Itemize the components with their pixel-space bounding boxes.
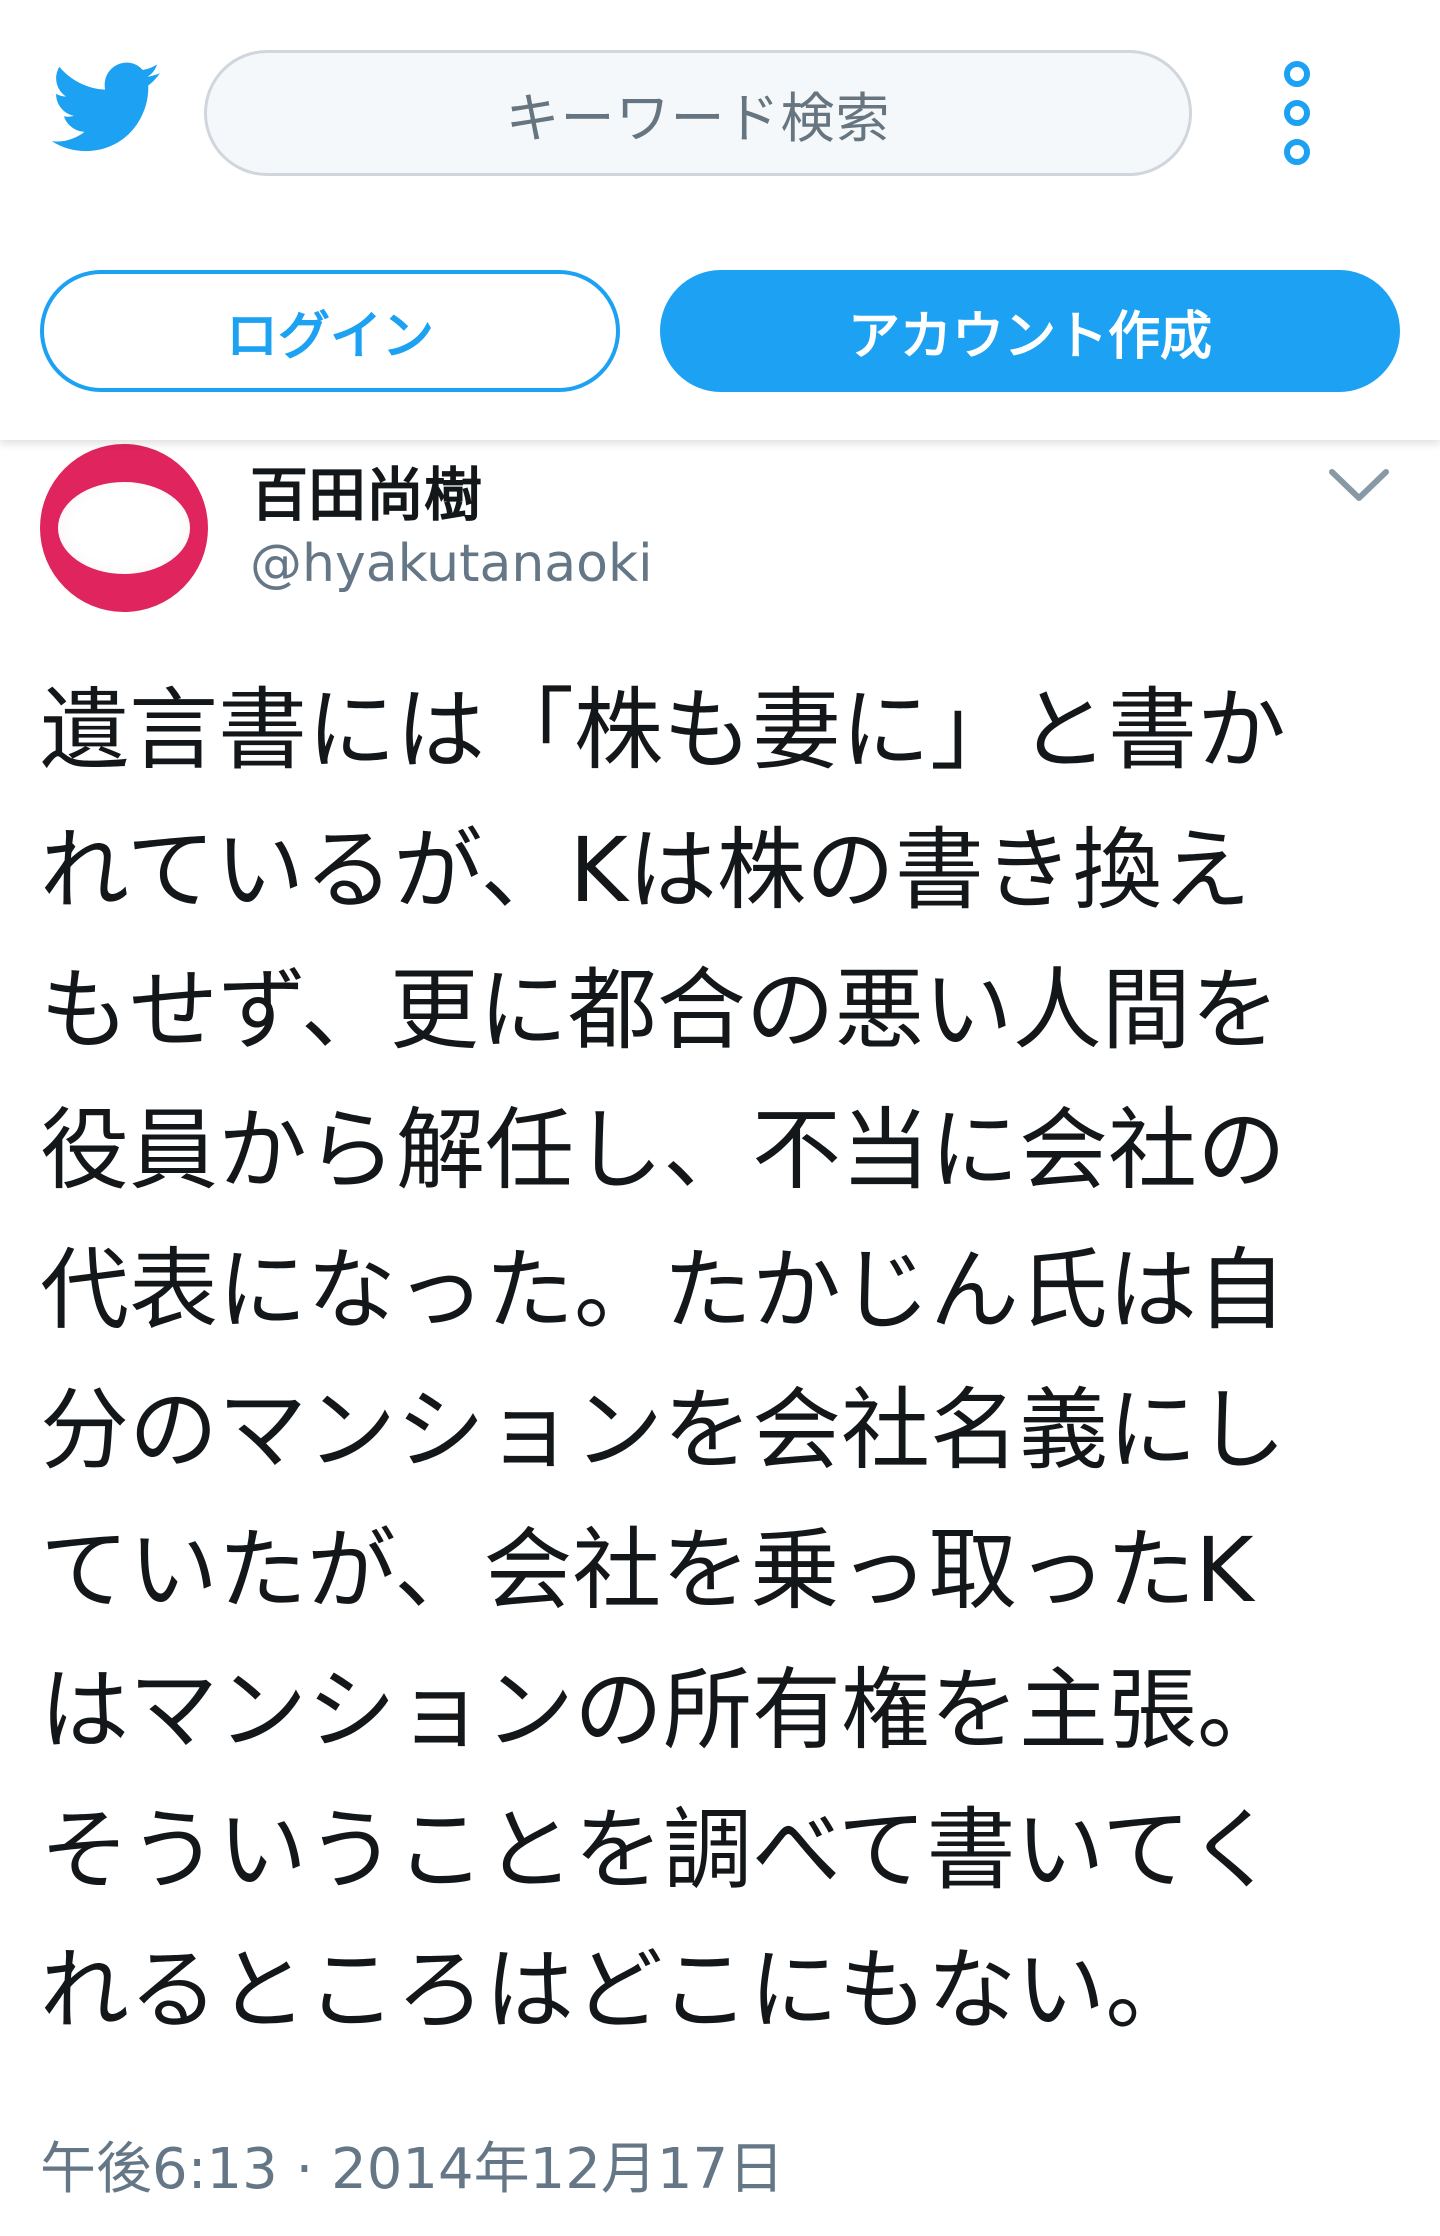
avatar-image <box>58 482 190 574</box>
signup-button-label: アカウント作成 <box>847 306 1212 367</box>
top-header: キーワード検索 ログイン アカウント作成 <box>0 0 1440 440</box>
chevron-down-icon[interactable] <box>1328 466 1390 506</box>
tweet-timestamp[interactable]: 午後6:13 · 2014年12月17日 <box>40 2124 784 2205</box>
search-placeholder: キーワード検索 <box>505 86 891 150</box>
twitter-bird-icon[interactable] <box>51 58 162 158</box>
search-input[interactable]: キーワード検索 <box>204 50 1192 176</box>
login-button[interactable]: ログイン <box>40 270 620 392</box>
avatar[interactable] <box>40 444 208 612</box>
login-button-label: ログイン <box>225 306 434 367</box>
author-handle[interactable]: @hyakutanaoki <box>250 534 653 594</box>
signup-button[interactable]: アカウント作成 <box>660 270 1400 392</box>
author-name[interactable]: 百田尚樹 <box>250 448 482 532</box>
tweet-text: 遺言書には「株も妻に」と書か れているが、Kは株の書き換え もせず、更に都合の悪… <box>40 678 1286 2042</box>
more-vertical-icon[interactable] <box>1276 58 1318 168</box>
